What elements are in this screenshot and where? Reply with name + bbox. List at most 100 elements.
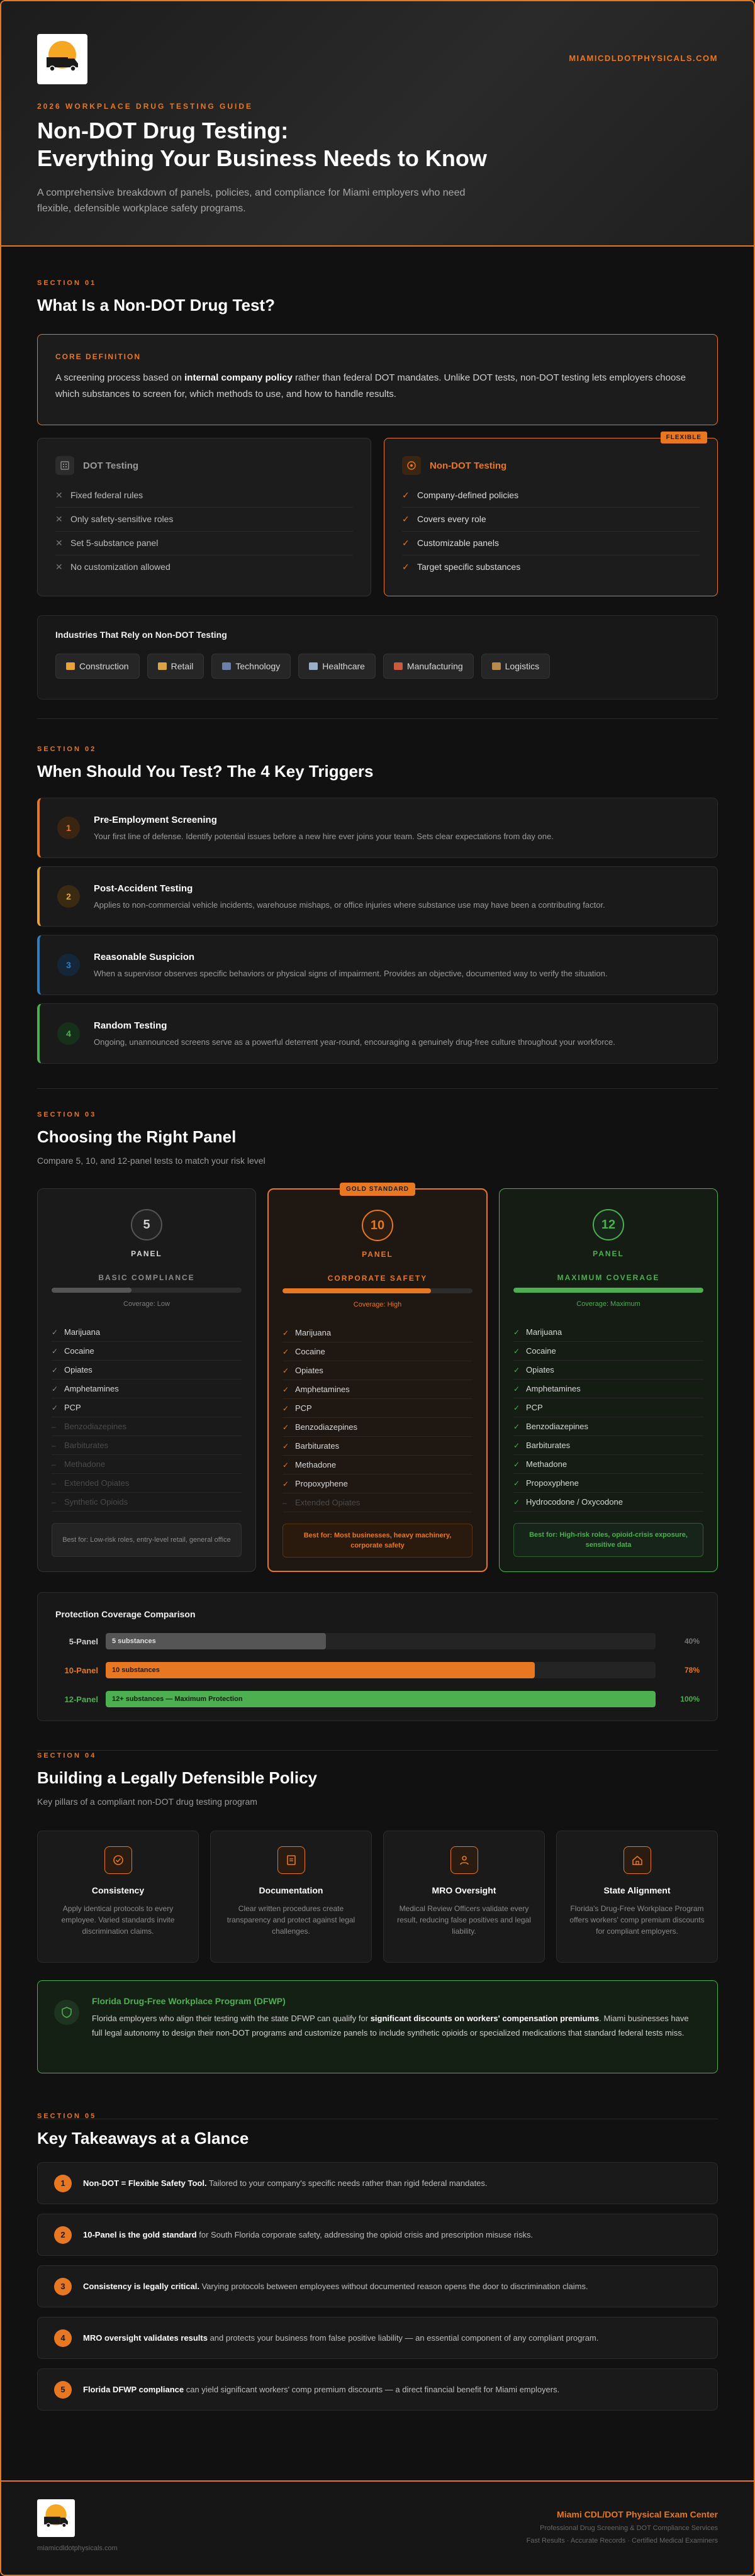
substance-label: Opiates bbox=[295, 1366, 323, 1375]
dot-list-item-label: No customization allowed bbox=[70, 562, 171, 572]
dot-list-item: ✕ No customization allowed bbox=[55, 562, 353, 579]
substance-item: ✓ Cocaine bbox=[52, 1342, 242, 1361]
industry-chip[interactable]: Logistics bbox=[481, 654, 551, 679]
target-icon bbox=[402, 456, 421, 475]
footer-logo[interactable] bbox=[37, 2499, 75, 2537]
industry-chip-label: Technology bbox=[235, 661, 281, 671]
coverage-percent: 40% bbox=[684, 1637, 700, 1646]
substance-item: ✓ Hydrocodone / Oxycodone bbox=[513, 1493, 703, 1512]
footer-site-link[interactable]: miamicdldotphysicals.com bbox=[37, 2545, 118, 2552]
policy-pillar-card: Consistency Apply identical protocols to … bbox=[37, 1831, 199, 1963]
substance-item: ✓ PCP bbox=[282, 1399, 473, 1418]
substance-item: ✓ Cocaine bbox=[282, 1342, 473, 1361]
coverage-track: 10 substances bbox=[106, 1662, 656, 1678]
trigger-card: 3 Reasonable Suspicion When a supervisor o… bbox=[37, 935, 718, 995]
check-icon: ✓ bbox=[513, 1346, 520, 1356]
dash-icon: – bbox=[52, 1441, 56, 1450]
dash-icon: – bbox=[52, 1478, 56, 1488]
trigger-title: Reasonable Suspicion bbox=[94, 952, 195, 962]
section-subtitle: Key pillars of a compliant non-DOT drug … bbox=[37, 1797, 257, 1807]
takeaway-text: Non-DOT = Flexible Safety Tool. Tailored… bbox=[83, 2177, 488, 2190]
check-badge-icon bbox=[104, 1846, 132, 1874]
dfwp-title: Florida Drug-Free Workplace Program (DFW… bbox=[92, 1996, 286, 2006]
core-text-bold: internal company policy bbox=[184, 372, 293, 383]
dot-list-item-label: Fixed federal rules bbox=[70, 490, 143, 500]
coverage-row-name: 5-Panel bbox=[69, 1636, 98, 1646]
industries-card: Industries That Rely on Non-DOT Testing … bbox=[37, 615, 718, 700]
coverage-bar bbox=[513, 1288, 703, 1293]
dot-list-item: ✕ Set 5-substance panel bbox=[55, 538, 353, 555]
trigger-card: 1 Pre-Employment Screening Your first line… bbox=[37, 798, 718, 858]
takeaway-card: 5 Florida DFWP compliance can yield signi… bbox=[37, 2368, 718, 2411]
non-dot-list-item-label: Covers every role bbox=[417, 514, 486, 524]
check-icon: ✓ bbox=[52, 1384, 59, 1393]
x-icon: ✕ bbox=[55, 514, 63, 524]
coverage-row: 10-Panel 10 substances 78% bbox=[55, 1662, 700, 1678]
industry-chip[interactable]: Technology bbox=[211, 654, 291, 679]
substance-label: Marijuana bbox=[295, 1328, 332, 1337]
substance-item: ✓ PCP bbox=[52, 1398, 242, 1417]
check-icon: ✓ bbox=[282, 1422, 289, 1432]
substance-label: Benzodiazepines bbox=[295, 1422, 358, 1432]
takeaway-rest: Varying protocols between employees with… bbox=[199, 2281, 588, 2291]
page-title-line1: Non-DOT Drug Testing: bbox=[37, 118, 289, 143]
industry-icon bbox=[309, 662, 318, 670]
substance-item: ✓ Propoxyphene bbox=[282, 1475, 473, 1493]
truck-logo-icon bbox=[44, 2504, 68, 2528]
substance-item: ✓ Opiates bbox=[52, 1361, 242, 1380]
substance-label: PCP bbox=[64, 1403, 81, 1412]
dfwp-text: Florida employers who align their testin… bbox=[92, 2011, 701, 2040]
non-dot-testing-title: Non-DOT Testing bbox=[430, 460, 507, 471]
site-link[interactable]: MIAMICDLDOTPHYSICALS.COM bbox=[569, 53, 718, 63]
check-icon: ✓ bbox=[282, 1328, 289, 1337]
section-label: SECTION 03 bbox=[37, 1111, 97, 1118]
industry-chip[interactable]: Construction bbox=[55, 654, 140, 679]
industry-icon bbox=[222, 662, 232, 670]
home-icon bbox=[623, 1846, 651, 1874]
dash-icon: – bbox=[52, 1422, 56, 1431]
dot-comparison: DOT Testing ✕ Fixed federal rules ✕ Only sa… bbox=[37, 432, 718, 596]
dfwp-text-pre: Florida employers who align their testin… bbox=[92, 2014, 371, 2023]
substance-item: – Extended Opiates bbox=[52, 1474, 242, 1493]
takeaway-bold: Florida DFWP compliance bbox=[83, 2384, 184, 2394]
substance-label: Methadone bbox=[526, 1459, 568, 1469]
trigger-title: Random Testing bbox=[94, 1020, 167, 1031]
check-icon: ✓ bbox=[282, 1479, 289, 1488]
trigger-description: When a supervisor observes specific beha… bbox=[94, 969, 608, 978]
check-icon: ✓ bbox=[282, 1366, 289, 1375]
industry-chip[interactable]: Manufacturing bbox=[383, 654, 474, 679]
best-for-note: Best for: Most businesses, heavy machine… bbox=[282, 1524, 473, 1558]
substance-item: ✓ Amphetamines bbox=[52, 1380, 242, 1398]
industry-chip[interactable]: Healthcare bbox=[298, 654, 376, 679]
page-title: Non-DOT Drug Testing: Everything Your Bu… bbox=[37, 117, 718, 172]
check-icon: ✓ bbox=[52, 1403, 59, 1412]
flexible-badge: FLEXIBLE bbox=[660, 432, 707, 443]
core-definition-label: CORE DEFINITION bbox=[55, 352, 142, 361]
industry-chip[interactable]: Retail bbox=[147, 654, 204, 679]
truck-logo-icon bbox=[47, 41, 78, 72]
takeaway-list: 1 Non-DOT = Flexible Safety Tool. Tailore… bbox=[37, 2162, 718, 2411]
substance-label: Opiates bbox=[64, 1365, 92, 1374]
dfwp-text-bold: significant discounts on workers' compen… bbox=[370, 2014, 600, 2023]
coverage-bar bbox=[282, 1288, 473, 1293]
panel-card-5: 5 PANEL BASIC COMPLIANCE Coverage: Low ✓ Mari… bbox=[37, 1188, 256, 1572]
substance-label: Methadone bbox=[295, 1460, 337, 1469]
substance-label: Propoxyphene bbox=[526, 1478, 579, 1488]
substance-item: ✓ Barbiturates bbox=[282, 1437, 473, 1456]
panel-number: 12 bbox=[593, 1209, 624, 1241]
page: MIAMICDLDOTPHYSICALS.COM 2026 WORKPLACE … bbox=[0, 0, 755, 2576]
trigger-card: 4 Random Testing Ongoing, unannounced scre… bbox=[37, 1003, 718, 1064]
company-logo[interactable] bbox=[37, 34, 87, 84]
section-definition: SECTION 01 What Is a Non-DOT Drug Test? … bbox=[1, 279, 754, 700]
panel-comparison: 5 PANEL BASIC COMPLIANCE Coverage: Low ✓ Mari… bbox=[37, 1183, 718, 1572]
trigger-number: 4 bbox=[57, 1022, 80, 1045]
substance-label: Extended Opiates bbox=[64, 1478, 130, 1488]
trigger-text: Random Testing Ongoing, unannounced scree… bbox=[94, 1020, 615, 1047]
footer: miamicdldotphysicals.com Miami CDL/DOT P… bbox=[1, 2480, 754, 2575]
industry-chip-label: Construction bbox=[79, 661, 129, 671]
policy-pillar-card: State Alignment Florida's Drug-Free Workp… bbox=[556, 1831, 718, 1963]
industry-chip-label: Manufacturing bbox=[406, 661, 463, 671]
takeaway-number: 3 bbox=[54, 2277, 72, 2295]
substance-list: ✓ Marijuana ✓ Cocaine ✓ Opiates ✓ Amphetamines ✓… bbox=[513, 1323, 703, 1512]
panel-label: PANEL bbox=[131, 1249, 162, 1258]
